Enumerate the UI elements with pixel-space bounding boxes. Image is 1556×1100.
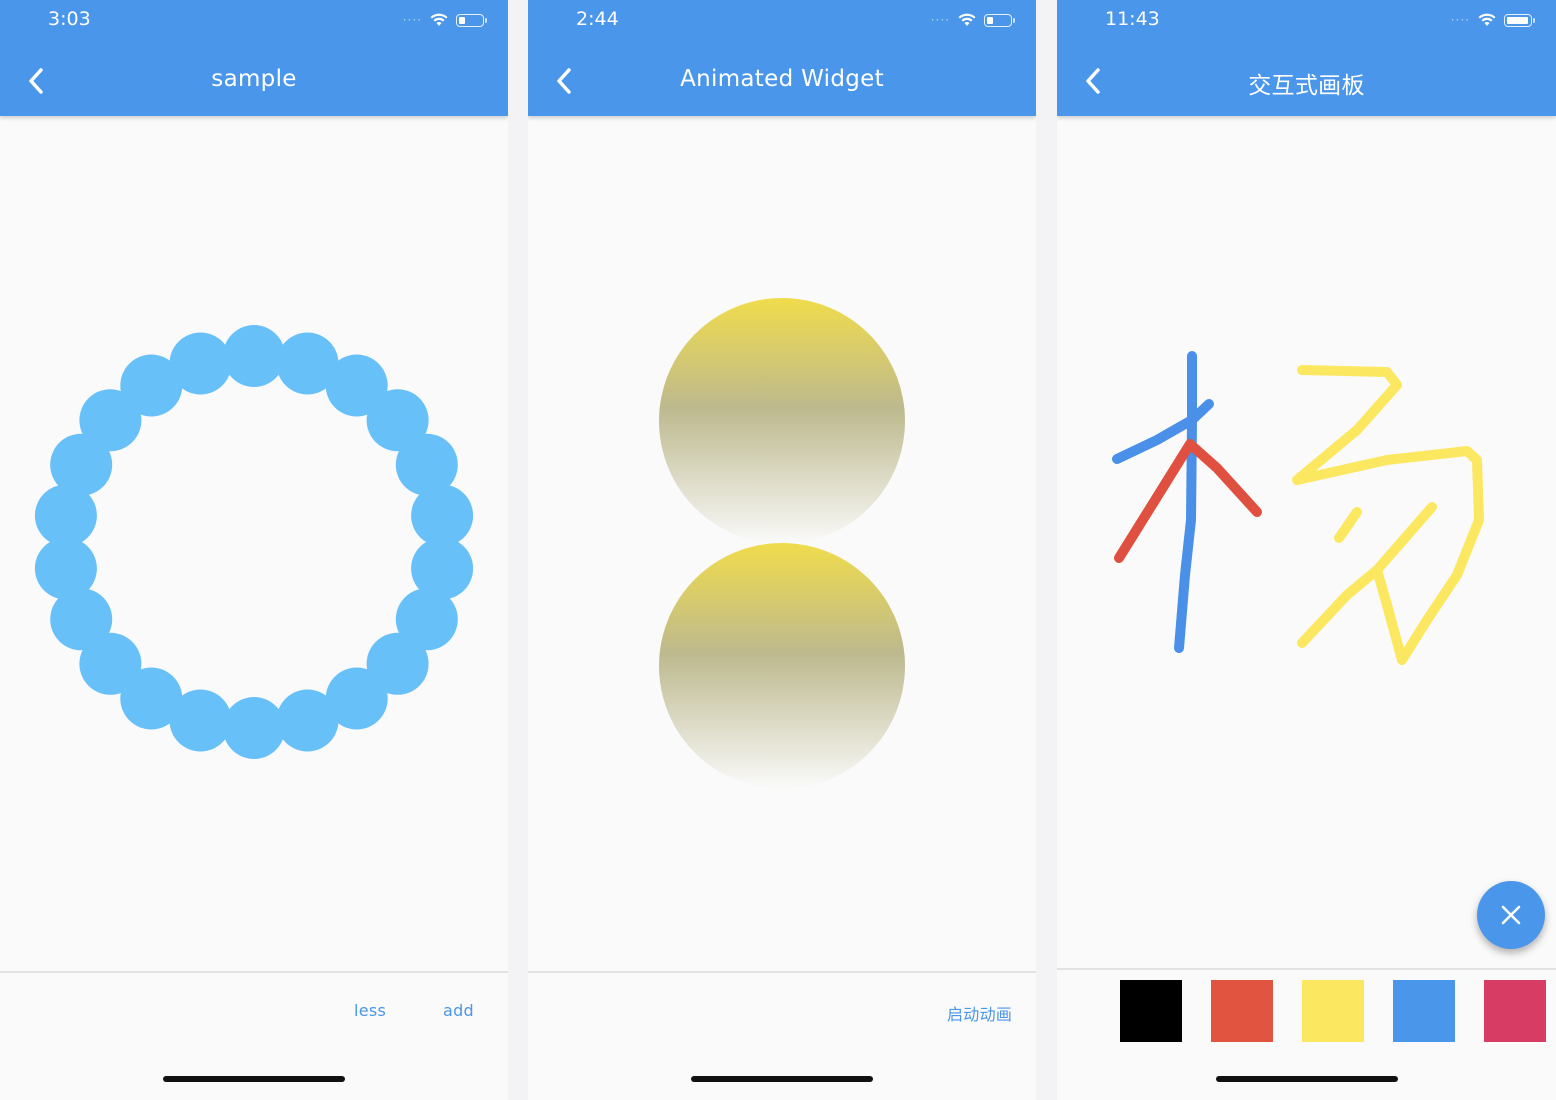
- stroke-yellow-diagonal: [1372, 502, 1437, 575]
- bead: [411, 484, 474, 547]
- bottom-bar: 启动动画: [528, 973, 1036, 1053]
- battery-icon: [456, 13, 487, 27]
- home-indicator[interactable]: [1215, 1076, 1398, 1082]
- app-bar: 3:03 ···· sample: [0, 0, 508, 116]
- page-title: 交互式画板: [1248, 73, 1365, 99]
- signal-icon: ····: [1450, 13, 1470, 27]
- bead: [34, 537, 97, 600]
- bead: [276, 689, 339, 752]
- stroke-yellow-middle: [1334, 507, 1362, 543]
- wifi-icon: [430, 13, 448, 26]
- color-swatch-black[interactable]: [1120, 980, 1182, 1042]
- battery-icon: [1504, 13, 1535, 27]
- color-swatch-pink[interactable]: [1484, 980, 1546, 1042]
- stroke-blue-vertical: [1174, 351, 1197, 653]
- phone-screen-sample: 3:03 ···· sample less add: [0, 0, 508, 1100]
- status-time: 2:44: [576, 8, 619, 30]
- clear-fab[interactable]: [1477, 881, 1545, 949]
- status-icons: ····: [402, 10, 487, 30]
- close-icon: [1501, 905, 1521, 925]
- phone-screen-animated-widget: 2:44 ···· Animated Widget 启动动画: [528, 0, 1036, 1100]
- status-icons: ····: [930, 10, 1015, 30]
- app-bar: 11:43 ···· 交互式画板: [1057, 0, 1556, 116]
- bead: [169, 332, 232, 395]
- wifi-icon: [958, 13, 976, 26]
- color-swatch-red[interactable]: [1211, 980, 1273, 1042]
- stroke-yellow-top: [1292, 365, 1484, 665]
- sphere-top: [659, 298, 905, 544]
- page-title: Animated Widget: [680, 66, 884, 92]
- drawn-strokes: [1112, 351, 1484, 665]
- status-time: 3:03: [48, 8, 91, 30]
- bead-ring: [34, 325, 474, 759]
- status-time: 11:43: [1105, 8, 1160, 30]
- status-icons: ····: [1450, 10, 1535, 30]
- sphere-bottom: [659, 543, 905, 789]
- less-button[interactable]: less: [354, 1001, 386, 1020]
- page-title: sample: [211, 66, 297, 92]
- start-animation-button[interactable]: 启动动画: [947, 1001, 1012, 1025]
- phone-screen-drawing-board: 11:43 ···· 交互式画板: [1057, 0, 1556, 1100]
- bottom-bar: less add: [0, 973, 508, 1053]
- bead: [223, 325, 285, 387]
- divider: [1057, 968, 1556, 970]
- bead-canvas: [0, 116, 508, 971]
- home-indicator[interactable]: [163, 1076, 345, 1082]
- animation-canvas: [528, 116, 1036, 971]
- wifi-icon: [1478, 13, 1496, 26]
- add-button[interactable]: add: [443, 1001, 474, 1020]
- color-swatch-blue[interactable]: [1393, 980, 1455, 1042]
- color-swatch-yellow[interactable]: [1302, 980, 1364, 1042]
- bead: [223, 697, 285, 759]
- battery-icon: [984, 13, 1015, 27]
- signal-icon: ····: [402, 13, 422, 27]
- home-indicator[interactable]: [691, 1076, 873, 1082]
- drawing-canvas[interactable]: [1057, 116, 1556, 971]
- sphere-group: [659, 298, 905, 789]
- color-palette: [1120, 980, 1546, 1042]
- signal-icon: ····: [930, 13, 950, 27]
- app-bar: 2:44 ···· Animated Widget: [528, 0, 1036, 116]
